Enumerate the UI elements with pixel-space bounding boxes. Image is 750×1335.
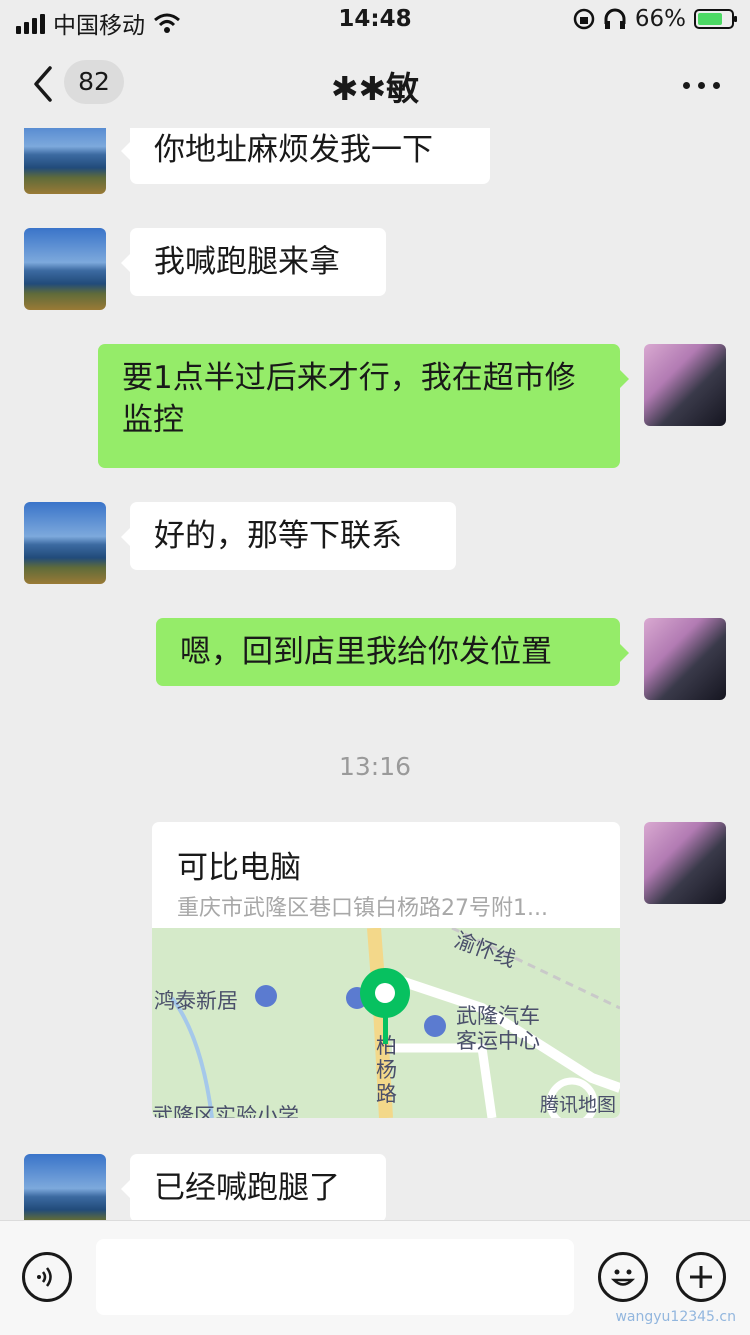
location-pin-stem (383, 1016, 388, 1044)
battery-percent: 66% (634, 6, 686, 32)
more-icon[interactable] (683, 82, 720, 89)
watermark: wangyu12345.cn (615, 1309, 736, 1325)
contact-avatar[interactable] (24, 128, 106, 194)
map-label-school: 武隆区实验小学 (152, 1104, 299, 1118)
self-avatar[interactable] (644, 822, 726, 904)
chat-header: 82 ✱✱敏 (0, 44, 750, 128)
status-bar: 中国移动 14:48 66% (0, 0, 750, 44)
self-avatar[interactable] (644, 344, 726, 426)
self-avatar[interactable] (644, 618, 726, 700)
status-right: 66% (573, 6, 737, 32)
contact-avatar[interactable] (24, 228, 106, 310)
lock-rotation-icon (573, 8, 595, 30)
chat-area[interactable]: 你地址麻烦发我一下 我喊跑腿来拿 要1点半过后来才行，我在超市修监控 好的，那等… (0, 128, 750, 1220)
input-bar: wangyu12345.cn (0, 1220, 750, 1335)
voice-icon[interactable] (22, 1252, 72, 1302)
message-bubble[interactable]: 已经喊跑腿了 (121, 1154, 386, 1220)
map-label-residence: 鸿泰新居 (154, 989, 238, 1013)
location-name: 可比电脑 (177, 850, 301, 886)
message-timestamp: 13:16 (338, 752, 412, 781)
message-bubble[interactable]: 我喊跑腿来拿 (121, 228, 386, 296)
map-preview[interactable]: 渝怀线 鸿泰新居 武隆汽车 客运中心 柏杨路 武隆区实验小学 腾讯地图 (152, 928, 620, 1118)
location-card[interactable]: 可比电脑 重庆市武隆区巷口镇白杨路27号附1... 渝怀线 鸿泰新居 武隆汽车 … (152, 822, 620, 1118)
headphones-icon (604, 8, 626, 29)
map-label-station-2: 客运中心 (456, 1029, 540, 1053)
contact-avatar[interactable] (24, 1154, 106, 1220)
map-provider-label: 腾讯地图 (540, 1094, 617, 1116)
plus-icon[interactable] (676, 1252, 726, 1302)
chat-title: ✱✱敏 (330, 69, 420, 108)
map-label-road: 柏杨路 (376, 1034, 397, 1106)
location-address: 重庆市武隆区巷口镇白杨路27号附1... (177, 896, 548, 921)
contact-avatar[interactable] (24, 502, 106, 584)
message-bubble[interactable]: 你地址麻烦发我一下 (121, 128, 490, 184)
message-bubble[interactable]: 好的，那等下联系 (121, 502, 456, 570)
emoji-icon[interactable] (598, 1252, 648, 1302)
message-input[interactable] (96, 1239, 574, 1315)
location-pin-icon (360, 968, 410, 1018)
battery-icon (694, 9, 737, 29)
message-bubble[interactable]: 要1点半过后来才行，我在超市修监控 (98, 344, 629, 468)
message-bubble[interactable]: 嗯，回到店里我给你发位置 (156, 618, 629, 686)
